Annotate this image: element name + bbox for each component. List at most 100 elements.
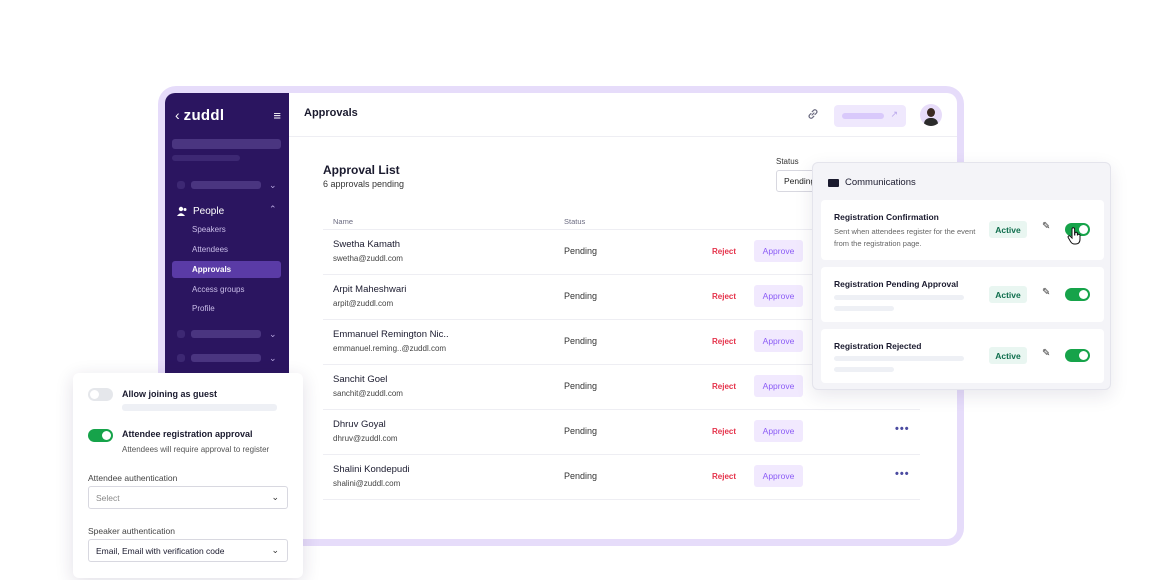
reject-button[interactable]: Reject [712, 337, 736, 346]
table-row: Dhruv Goyal dhruv@zuddl.com Pending Reject A… [323, 410, 920, 455]
attendee-email: swetha@zuddl.com [333, 254, 403, 263]
attendee-name: Arpit Maheshwari [333, 284, 407, 295]
communication-card[interactable]: Registration Pending Approval Active ✎ [821, 267, 1104, 322]
approve-button[interactable]: Approve [754, 240, 803, 262]
status-text: Pending [564, 426, 598, 436]
edit-icon[interactable]: ✎ [1042, 287, 1050, 298]
status-badge: Active [989, 286, 1027, 303]
people-icon [177, 206, 187, 216]
card-title: Registration Confirmation [834, 212, 939, 222]
sidebar-item-access-groups[interactable]: Access groups [172, 281, 281, 298]
attendee-auth-select[interactable]: Select ⌄ [88, 486, 288, 509]
card-title: Registration Rejected [834, 341, 922, 351]
communication-card[interactable]: Registration Rejected Active ✎ [821, 329, 1104, 383]
chevron-up-icon[interactable]: ⌃ [269, 204, 277, 215]
status-text: Pending [564, 291, 598, 301]
status-text: Pending [564, 471, 598, 481]
status-text: Pending [564, 381, 598, 391]
more-options-icon[interactable]: ••• [895, 423, 910, 435]
approve-button[interactable]: Approve [754, 375, 803, 397]
placeholder-icon [177, 330, 185, 338]
avatar-head [927, 108, 935, 117]
speaker-auth-select[interactable]: Email, Email with verification code ⌄ [88, 539, 288, 562]
mail-icon [828, 178, 839, 187]
approval-description: Attendees will require approval to regis… [122, 445, 270, 454]
guest-toggle[interactable] [88, 388, 113, 401]
placeholder-bar [172, 155, 240, 161]
attendee-name: Dhruv Goyal [333, 419, 386, 430]
placeholder-bar [834, 356, 964, 361]
arrow-up-right-icon: ↗ [890, 109, 898, 119]
chevron-down-icon[interactable]: ⌄ [269, 353, 277, 364]
sidebar-item-speakers[interactable]: Speakers [172, 221, 281, 238]
attendee-name: Emmanuel Remington Nic.. [333, 329, 449, 340]
reject-button[interactable]: Reject [712, 292, 736, 301]
sidebar-item-approvals[interactable]: Approvals [172, 261, 281, 278]
communications-header: Communications [828, 177, 916, 188]
preview-button[interactable]: ↗ [834, 105, 906, 127]
reject-button[interactable]: Reject [712, 427, 736, 436]
attendee-email: sanchit@zuddl.com [333, 389, 403, 398]
edit-icon[interactable]: ✎ [1042, 221, 1050, 232]
hamburger-icon[interactable]: ≡ [273, 108, 281, 123]
toggle-knob [102, 431, 111, 440]
sidebar-item-collapsed[interactable] [191, 181, 261, 189]
communication-card[interactable]: Registration Confirmation Sent when atte… [821, 200, 1104, 260]
chevron-down-icon: ⌄ [271, 492, 279, 502]
sidebar-item-people[interactable]: People [177, 203, 281, 219]
card-toggle[interactable] [1065, 288, 1090, 301]
approve-button[interactable]: Approve [754, 330, 803, 352]
status-text: Pending [564, 336, 598, 346]
reject-button[interactable]: Reject [712, 382, 736, 391]
approve-button[interactable]: Approve [754, 420, 803, 442]
sidebar-item-collapsed[interactable] [191, 354, 261, 362]
placeholder-bar [842, 113, 884, 119]
avatar-body [924, 118, 938, 126]
more-options-icon[interactable]: ••• [895, 468, 910, 480]
sidebar-item-collapsed[interactable] [191, 330, 261, 338]
chevron-down-icon[interactable]: ⌄ [269, 329, 277, 340]
card-description: Sent when attendees register for the eve… [834, 227, 976, 248]
reject-button[interactable]: Reject [712, 247, 736, 256]
chevron-down-icon[interactable]: ⌄ [269, 180, 277, 191]
approval-list-title: Approval List [323, 163, 400, 177]
attendee-email: dhruv@zuddl.com [333, 434, 398, 443]
sidebar-item-attendees[interactable]: Attendees [172, 241, 281, 258]
attendee-email: emmanuel.reming..@zuddl.com [333, 344, 447, 353]
status-badge: Active [989, 221, 1027, 238]
approval-toggle[interactable] [88, 429, 113, 442]
sidebar-item-profile[interactable]: Profile [172, 300, 281, 317]
communications-title: Communications [845, 177, 916, 188]
status-filter-label: Status [776, 157, 799, 166]
approve-button[interactable]: Approve [754, 285, 803, 307]
attendee-email: shalini@zuddl.com [333, 479, 401, 488]
link-icon[interactable] [806, 107, 820, 121]
table-row: Shalini Kondepudi shalini@zuddl.com Pendin… [323, 455, 920, 500]
placeholder-bar [834, 306, 894, 311]
attendee-name: Swetha Kamath [333, 239, 401, 250]
column-header-status: Status [564, 217, 586, 226]
select-value: Select [96, 493, 120, 503]
edit-icon[interactable]: ✎ [1042, 348, 1050, 359]
placeholder-icon [177, 181, 185, 189]
status-badge: Active [989, 347, 1027, 364]
approval-label: Attendee registration approval [122, 429, 253, 439]
card-toggle[interactable] [1065, 349, 1090, 362]
top-bar: Approvals ↗ [289, 93, 957, 137]
select-value: Email, Email with verification code [96, 546, 225, 556]
placeholder-bar [122, 404, 277, 411]
settings-panel: Allow joining as guest Attendee registra… [73, 373, 303, 578]
attendee-auth-label: Attendee authentication [88, 473, 178, 483]
column-header-name: Name [333, 217, 354, 226]
communications-panel: Communications Registration Confirmation… [812, 162, 1111, 390]
toggle-knob [1079, 290, 1088, 299]
reject-button[interactable]: Reject [712, 472, 736, 481]
guest-label: Allow joining as guest [122, 389, 218, 399]
chevron-left-icon[interactable]: ‹ [175, 107, 180, 123]
placeholder-bar [172, 139, 281, 149]
approve-button[interactable]: Approve [754, 465, 803, 487]
attendee-name: Shalini Kondepudi [333, 464, 410, 475]
avatar[interactable] [920, 104, 942, 126]
toggle-knob [1079, 351, 1088, 360]
page-title: Approvals [304, 107, 358, 119]
